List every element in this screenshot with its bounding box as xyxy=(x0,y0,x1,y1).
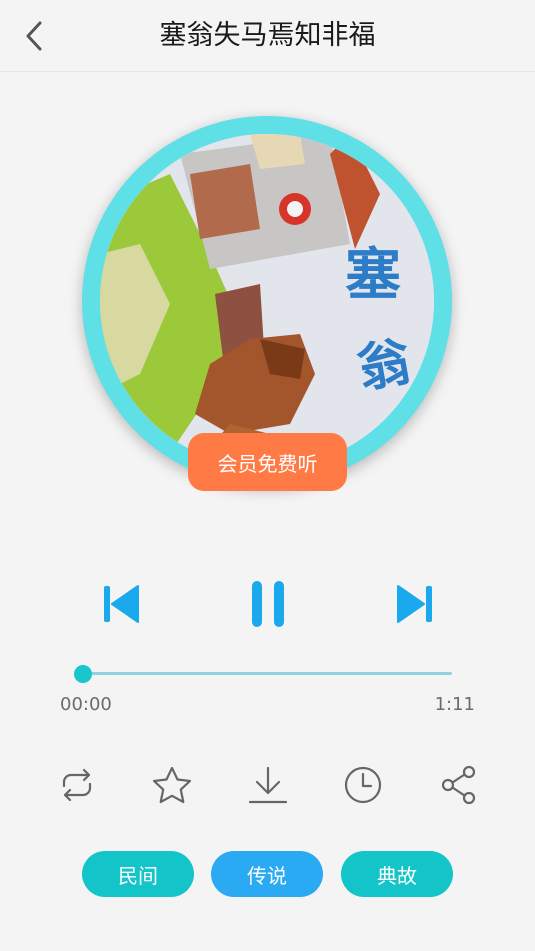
skip-previous-icon xyxy=(104,585,139,623)
progress-bar[interactable] xyxy=(83,672,452,675)
skip-next-icon xyxy=(397,585,432,623)
vip-free-listen-button[interactable]: 会员免费听 xyxy=(188,433,347,491)
svg-text:翁: 翁 xyxy=(354,332,416,400)
pause-icon xyxy=(252,581,284,627)
album-disc: 塞 翁 xyxy=(82,116,452,486)
clock-icon xyxy=(344,766,382,804)
tag-allusion[interactable]: 典故 xyxy=(341,851,453,897)
share-button[interactable] xyxy=(436,762,482,808)
repeat-icon xyxy=(62,768,92,802)
timer-button[interactable] xyxy=(340,762,386,808)
download-icon xyxy=(248,766,288,804)
previous-track-button[interactable] xyxy=(96,580,144,628)
total-time: 1:11 xyxy=(434,694,475,715)
tag-folk[interactable]: 民间 xyxy=(82,851,194,897)
current-time: 00:00 xyxy=(60,694,112,715)
repeat-button[interactable] xyxy=(54,762,100,808)
download-button[interactable] xyxy=(245,762,291,808)
favorite-button[interactable] xyxy=(149,762,195,808)
tag-legend[interactable]: 传说 xyxy=(211,851,323,897)
top-bar: 塞翁失马焉知非福 xyxy=(0,0,535,72)
next-track-button[interactable] xyxy=(392,580,440,628)
share-icon xyxy=(441,765,476,805)
pause-button[interactable] xyxy=(244,576,292,632)
album-cover-image: 塞 翁 xyxy=(100,134,434,468)
svg-text:塞: 塞 xyxy=(345,243,401,308)
star-icon xyxy=(152,766,192,804)
progress-thumb[interactable] xyxy=(74,665,92,683)
page-title: 塞翁失马焉知非福 xyxy=(159,20,376,51)
